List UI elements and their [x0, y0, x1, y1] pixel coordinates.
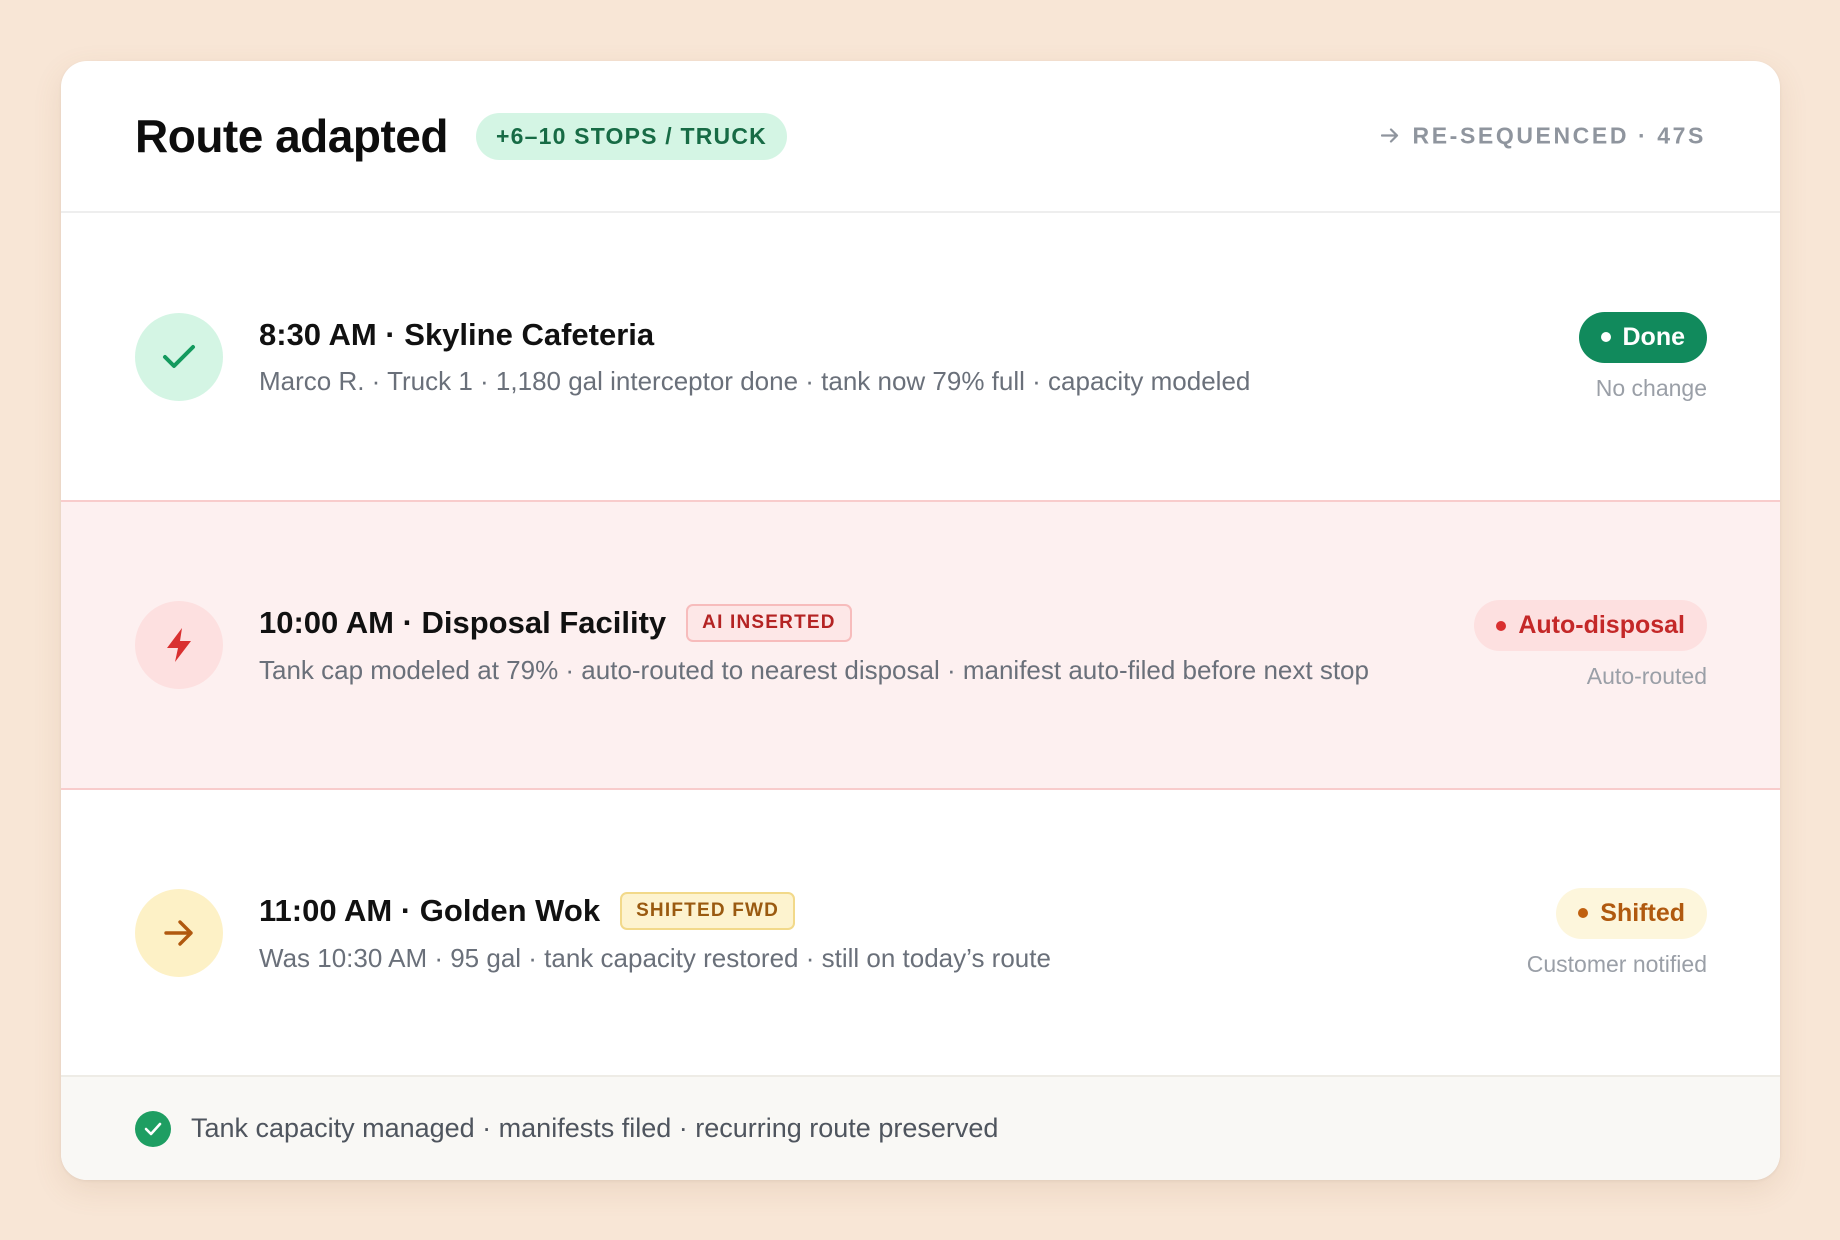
resequenced-label: RE-SEQUENCED · 47S: [1412, 122, 1706, 149]
card-header: Route adapted +6–10 STOPS / TRUCK RE-SEQ…: [61, 61, 1780, 213]
status-dot-icon: [1496, 620, 1507, 631]
status-badge-auto-disposal: Auto-disposal: [1474, 600, 1707, 651]
status-dot-icon: [1578, 908, 1589, 918]
stop-detail: Tank cap modeled at 79% · auto-routed to…: [259, 655, 1369, 685]
stop-title: 8:30 AM · Skyline Cafeteria: [259, 316, 655, 352]
arrow-right-icon: [135, 888, 223, 977]
status-badge-shifted: Shifted: [1556, 887, 1707, 939]
route-card: Route adapted +6–10 STOPS / TRUCK RE-SEQ…: [61, 61, 1780, 1180]
stop-content: 8:30 AM · Skyline Cafeteria Marco R. · T…: [259, 317, 1409, 397]
stop-status: Done No change: [1578, 311, 1707, 402]
status-dot-icon: [1600, 332, 1611, 342]
stop-title: 11:00 AM · Golden Wok: [259, 892, 601, 928]
status-label: Shifted: [1600, 898, 1685, 927]
stop-detail: Marco R. · Truck 1 · 1,180 gal intercept…: [259, 365, 1251, 396]
resequenced-indicator: RE-SEQUENCED · 47S: [1380, 122, 1706, 150]
stop-title-line: 8:30 AM · Skyline Cafeteria: [259, 317, 1409, 353]
ai-inserted-tag: AI INSERTED: [686, 604, 852, 642]
arrow-right-icon: [1380, 123, 1399, 150]
shifted-fwd-tag: SHIFTED FWD: [620, 891, 796, 930]
status-note: No change: [1595, 374, 1707, 401]
stop-title-line: 10:00 AM · Disposal Facility AI INSERTED: [259, 604, 1409, 642]
status-note: Customer notified: [1526, 950, 1707, 977]
check-circle-icon: [135, 1110, 171, 1147]
status-label: Done: [1622, 322, 1686, 351]
status-badge-done: Done: [1578, 311, 1707, 363]
stops-per-truck-badge: +6–10 STOPS / TRUCK: [475, 112, 787, 160]
status-label: Auto-disposal: [1518, 611, 1685, 639]
stop-row-disposal[interactable]: 10:00 AM · Disposal Facility AI INSERTED…: [61, 500, 1780, 790]
stop-row-golden-wok[interactable]: 11:00 AM · Golden Wok SHIFTED FWD Was 10…: [61, 790, 1780, 1075]
status-note: Auto-routed: [1586, 663, 1707, 689]
footer-summary: Tank capacity managed · manifests filed …: [191, 1113, 999, 1143]
stop-row-skyline[interactable]: 8:30 AM · Skyline Cafeteria Marco R. · T…: [61, 213, 1780, 500]
card-footer: Tank capacity managed · manifests filed …: [61, 1075, 1780, 1180]
stop-status: Shifted Customer notified: [1526, 887, 1707, 978]
stop-title: 10:00 AM · Disposal Facility: [259, 605, 667, 640]
check-icon: [135, 312, 223, 401]
stop-status: Auto-disposal Auto-routed: [1474, 600, 1707, 690]
stop-title-line: 11:00 AM · Golden Wok SHIFTED FWD: [259, 891, 1409, 930]
stop-detail: Was 10:30 AM · 95 gal · tank capacity re…: [259, 942, 1051, 973]
stop-content: 10:00 AM · Disposal Facility AI INSERTED…: [259, 604, 1409, 686]
lightning-icon: [135, 601, 223, 689]
page-title: Route adapted: [135, 110, 448, 162]
stop-content: 11:00 AM · Golden Wok SHIFTED FWD Was 10…: [259, 891, 1409, 974]
